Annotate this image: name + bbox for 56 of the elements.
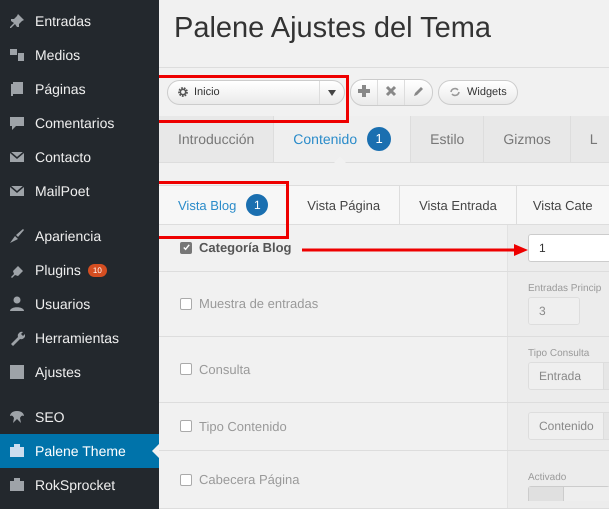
tab[interactable]: Contenido 1 [274,116,412,162]
sidebar-item[interactable]: Plugins 10 [0,253,159,287]
close-icon [385,84,397,97]
sidebar-item[interactable]: Herramientas [0,321,159,355]
sub-tab[interactable]: Vista Cate [516,186,594,224]
toggle-switch[interactable] [528,486,609,502]
sidebar-item[interactable]: RokSprocket [0,468,159,502]
comment-icon [9,115,25,131]
sidebar-item[interactable]: MailPoet [0,174,159,208]
sidebar-item[interactable]: Palene Theme [0,434,159,468]
sidebar-item[interactable]: Medios [0,38,159,72]
checkbox[interactable] [180,420,192,432]
sidebar-item[interactable]: Comentarios [0,106,159,140]
user-icon [9,296,25,312]
envelope-icon [9,183,25,199]
update-count-badge: 10 [88,264,107,276]
checkbox[interactable] [180,363,192,376]
sidebar-item[interactable]: Usuarios [0,287,159,321]
tab[interactable]: L [570,116,602,162]
tab[interactable]: Estilo [411,116,484,162]
sidebar-item[interactable]: Páginas [0,72,159,106]
sidebar-item[interactable]: Contacto [0,140,159,174]
field-caption: Entradas Princip [528,282,602,294]
sidebar-item[interactable]: SEO [0,400,159,434]
option-label: Categoría Blog [199,240,292,256]
pin-icon [9,13,25,29]
wrench-icon [9,330,25,346]
refresh-icon [449,86,461,98]
brush-icon [9,228,25,244]
widgets-button[interactable]: Widgets [438,80,518,105]
sub-tab[interactable]: Vista Entrada [400,186,517,224]
plus-icon [358,84,370,97]
checkbox[interactable] [180,474,192,486]
option-label: Tipo Contenido [199,418,287,434]
sub-tab[interactable]: Vista Blog 1 [159,186,288,224]
preset-dropdown[interactable]: Inicio [167,80,345,105]
checkbox[interactable] [180,242,192,254]
sidebar-item[interactable]: Ajustes [0,355,159,389]
field-caption: Activado [528,472,568,484]
tab[interactable]: Gizmos [484,116,571,162]
option-label: Consulta [199,362,250,377]
option-label: Cabecera Página [199,472,300,488]
checkbox[interactable] [180,298,192,310]
sidebar-item[interactable]: Entradas [0,4,159,38]
text-field[interactable]: 1 [528,234,609,262]
check-icon [182,243,190,252]
page-title: Palene Ajustes del Tema [174,12,492,46]
field-caption: Tipo Consulta [528,348,590,360]
option-label: Muestra de entradas [199,296,318,312]
pages-icon [9,81,25,97]
sidebar-item[interactable]: Apariencia [0,219,159,253]
pencil-icon [412,84,424,97]
envelope-icon [9,149,25,165]
sub-tab[interactable]: Vista Página [288,186,400,224]
toolbox-icon [9,477,25,493]
media-icon [9,47,25,63]
